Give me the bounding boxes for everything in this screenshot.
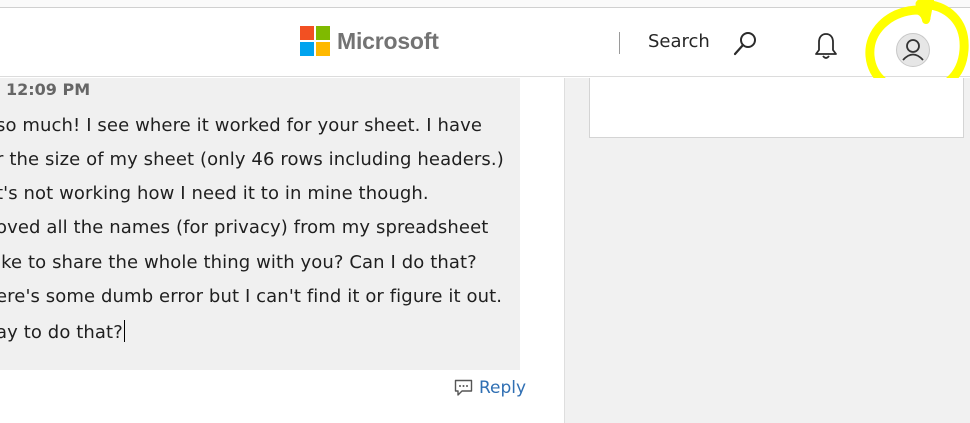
reply-label: Reply [479,378,527,398]
sidebar-card [589,78,964,138]
microsoft-logo-icon [300,26,330,56]
notifications-button[interactable] [812,31,840,61]
search-button[interactable] [732,29,760,57]
window-top-strip [0,0,970,8]
user-avatar-button[interactable] [896,33,930,67]
message-line: oved all the names (for privacy) from my… [0,217,489,238]
user-avatar-icon [902,39,924,61]
microsoft-logo[interactable]: Microsoft [300,26,439,56]
comment-icon [454,379,473,396]
header-divider [619,32,620,54]
message-line: so much! I see where it worked for your … [0,115,483,136]
search-label[interactable]: Search [648,31,710,52]
message-line: ike to share the whole thing with you? C… [0,252,477,273]
message-line-last: ay to do that? [0,320,125,343]
message-line: ere's some dumb error but I can't find i… [0,286,503,307]
bell-icon [815,33,837,59]
reply-button[interactable]: Reply [454,378,526,398]
message-timestamp: 12:09 PM [6,80,91,99]
message-line: t's not working how I need it to in mine… [0,183,429,204]
search-icon [733,32,756,56]
text-caret [123,320,125,342]
message-line: ay to do that? [0,322,123,343]
message-line: r the size of my sheet (only 46 rows inc… [0,149,504,170]
brand-name: Microsoft [337,27,439,54]
top-header: Microsoft Search [0,8,970,77]
